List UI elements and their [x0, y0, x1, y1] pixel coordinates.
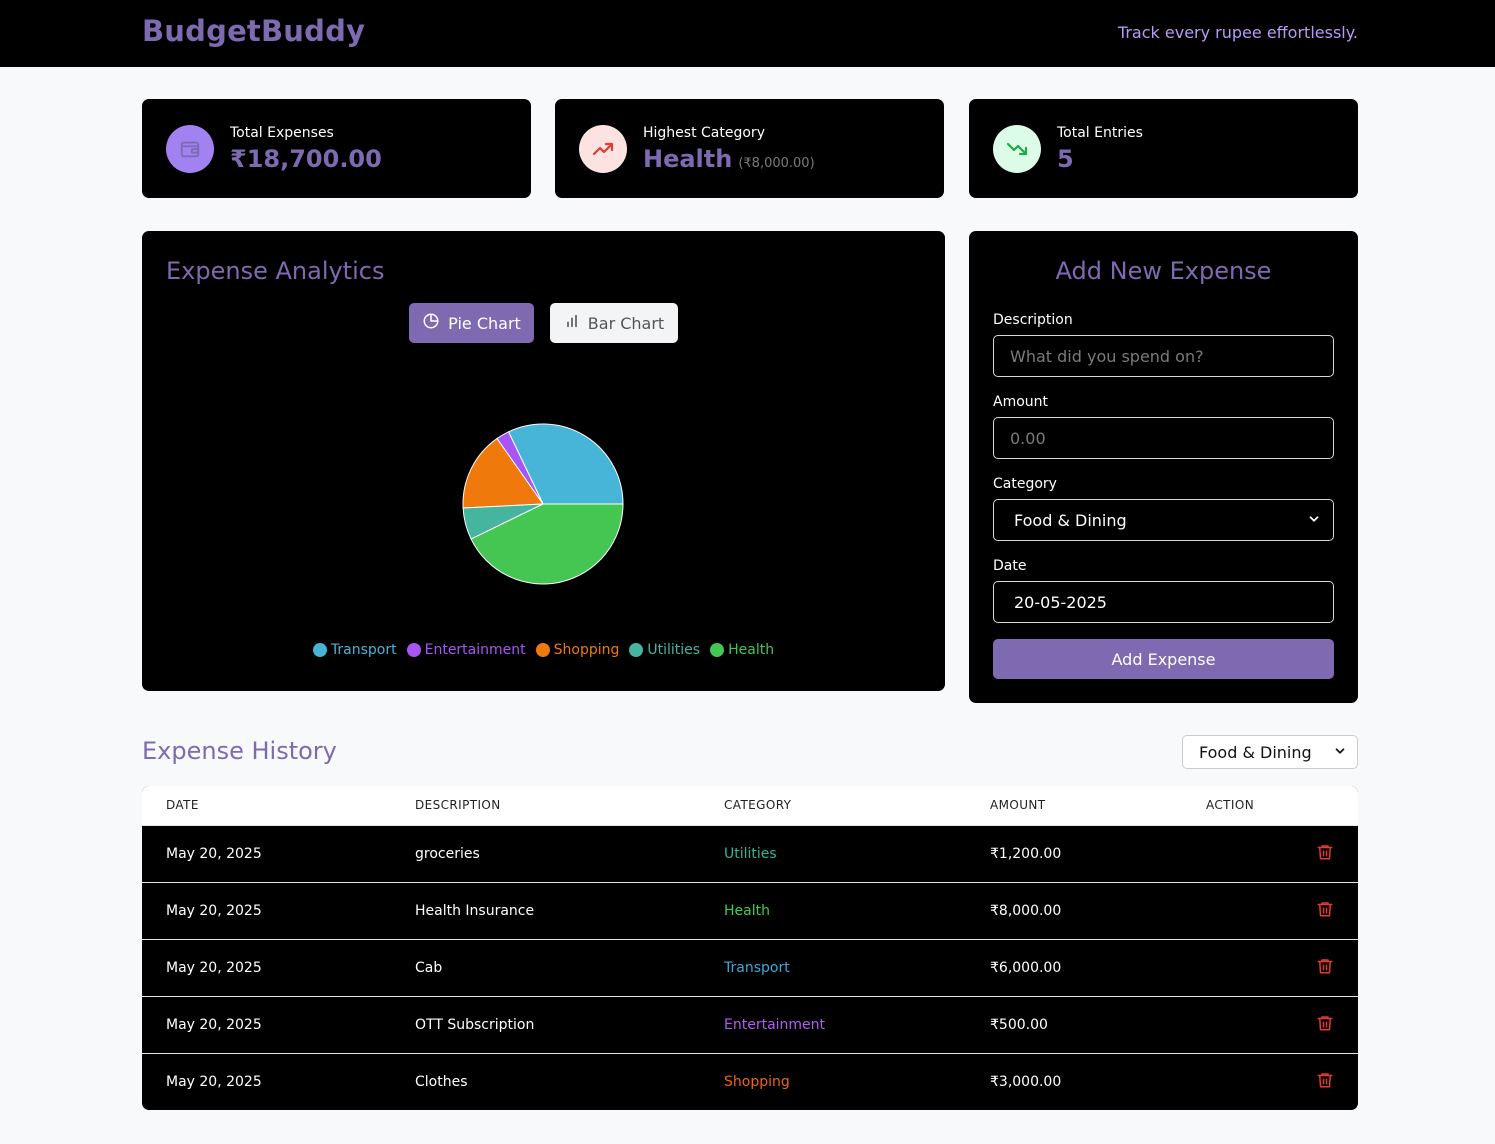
wallet-icon [166, 125, 214, 173]
pie-chart-icon [422, 312, 440, 334]
legend-label: Utilities [647, 642, 701, 658]
date-input-value: 20-05-2025 [1014, 592, 1107, 612]
highest-category-amount: (₹8,000.00) [738, 156, 815, 171]
legend-label: Health [728, 642, 775, 658]
bar-chart-button[interactable]: Bar Chart [550, 303, 678, 343]
cell-category: Entertainment [724, 1017, 826, 1033]
stat-label: Total Expenses [230, 125, 334, 141]
trash-icon[interactable] [1316, 1070, 1334, 1094]
legend-label: Entertainment [424, 642, 526, 658]
table-row: May 20, 2025 Cab Transport ₹6,000.00 [142, 940, 1358, 997]
add-expense-panel: Add New Expense Description Amount Categ… [969, 231, 1358, 703]
section-title: Expense Analytics [166, 257, 385, 285]
cell-date: May 20, 2025 [166, 1017, 262, 1033]
cell-description: Health Insurance [415, 903, 535, 919]
table-row: May 20, 2025 OTT Subscription Entertainm… [142, 997, 1358, 1054]
cell-category: Utilities [724, 846, 777, 862]
cell-amount: ₹3,000.00 [990, 1074, 1062, 1090]
column-header-amount: AMOUNT [990, 798, 1046, 812]
pie-chart-label: Pie Chart [448, 313, 521, 333]
legend-item-transport[interactable]: Transport [312, 642, 397, 658]
bar-chart-label: Bar Chart [587, 313, 665, 333]
category-label: Category [993, 476, 1057, 492]
cell-amount: ₹500.00 [990, 1017, 1048, 1033]
stat-value: ₹18,700.00 [230, 145, 382, 173]
category-select[interactable]: Food & Dining [993, 499, 1334, 541]
chart-legend: Transport Entertainment Shopping Utilities H… [142, 642, 945, 658]
stat-card-total-expenses: Total Expenses ₹18,700.00 [142, 99, 531, 198]
chevron-down-icon [1307, 511, 1321, 530]
top-navbar: BudgetBuddy Track every rupee effortless… [0, 0, 1495, 67]
cell-category: Health [724, 903, 770, 919]
stat-value: Health (₹8,000.00) [643, 145, 815, 173]
trash-icon[interactable] [1316, 842, 1334, 866]
tagline: Track every rupee effortlessly. [1117, 23, 1358, 42]
legend-item-entertainment[interactable]: Entertainment [406, 642, 526, 658]
cell-description: groceries [415, 846, 480, 862]
legend-item-shopping[interactable]: Shopping [535, 642, 620, 658]
amount-input[interactable] [993, 417, 1334, 459]
legend-swatch [629, 643, 644, 657]
trending-down-icon [993, 125, 1041, 173]
date-input[interactable]: 20-05-2025 [993, 581, 1334, 623]
stat-label: Total Entries [1057, 125, 1143, 141]
filter-value: Food & Dining [1199, 742, 1312, 762]
cell-description: Cab [415, 960, 443, 976]
expense-table: DATE DESCRIPTION CATEGORY AMOUNT ACTION … [142, 786, 1358, 1110]
legend-item-health[interactable]: Health [710, 642, 774, 658]
expense-analytics-panel: Expense Analytics Pie Chart Bar Chart Tr… [142, 231, 945, 691]
category-filter-select[interactable]: Food & Dining [1182, 735, 1358, 769]
table-body: May 20, 2025 groceries Utilities ₹1,200.… [142, 826, 1358, 1110]
cell-description: Clothes [415, 1074, 468, 1090]
cell-amount: ₹8,000.00 [990, 903, 1062, 919]
trash-icon[interactable] [1316, 899, 1334, 923]
legend-label: Transport [330, 642, 397, 658]
brand-logo[interactable]: BudgetBuddy [142, 14, 365, 48]
column-header-category: CATEGORY [724, 798, 792, 812]
chevron-down-icon [1333, 743, 1347, 762]
highest-category-name: Health [643, 145, 733, 173]
trash-icon[interactable] [1316, 956, 1334, 980]
history-title: Expense History [142, 737, 337, 765]
amount-label: Amount [993, 394, 1049, 410]
cell-date: May 20, 2025 [166, 846, 262, 862]
table-row: May 20, 2025 Health Insurance Health ₹8,… [142, 883, 1358, 940]
column-header-date: DATE [166, 798, 199, 812]
table-row: May 20, 2025 groceries Utilities ₹1,200.… [142, 826, 1358, 883]
legend-swatch [710, 643, 725, 657]
description-label: Description [993, 312, 1073, 328]
form-title: Add New Expense [1055, 257, 1272, 285]
cell-category: Transport [724, 960, 790, 976]
pie-chart-button[interactable]: Pie Chart [409, 303, 534, 343]
cell-date: May 20, 2025 [166, 1074, 262, 1090]
legend-swatch [406, 643, 421, 657]
cell-amount: ₹6,000.00 [990, 960, 1062, 976]
column-header-action: ACTION [1206, 798, 1255, 812]
stat-label: Highest Category [643, 125, 765, 141]
cell-date: May 20, 2025 [166, 960, 262, 976]
stat-value: 5 [1057, 145, 1074, 173]
bar-chart-icon [564, 313, 580, 333]
trending-up-icon [579, 125, 627, 173]
trash-icon[interactable] [1316, 1013, 1334, 1037]
cell-amount: ₹1,200.00 [990, 846, 1062, 862]
legend-label: Shopping [553, 642, 620, 658]
stat-card-total-entries: Total Entries 5 [969, 99, 1358, 198]
legend-item-utilities[interactable]: Utilities [629, 642, 700, 658]
cell-date: May 20, 2025 [166, 903, 262, 919]
stat-card-highest-category: Highest Category Health (₹8,000.00) [555, 99, 944, 198]
legend-swatch [535, 643, 550, 657]
table-header: DATE DESCRIPTION CATEGORY AMOUNT ACTION [142, 786, 1358, 826]
category-select-value: Food & Dining [1014, 510, 1127, 530]
cell-category: Shopping [724, 1074, 790, 1090]
legend-swatch [312, 643, 327, 657]
cell-description: OTT Subscription [415, 1017, 535, 1033]
date-label: Date [993, 558, 1027, 574]
column-header-description: DESCRIPTION [415, 798, 501, 812]
add-expense-button[interactable]: Add Expense [993, 639, 1334, 679]
table-row: May 20, 2025 Clothes Shopping ₹3,000.00 [142, 1054, 1358, 1110]
expense-pie-chart [462, 423, 624, 585]
description-input[interactable] [993, 335, 1334, 377]
